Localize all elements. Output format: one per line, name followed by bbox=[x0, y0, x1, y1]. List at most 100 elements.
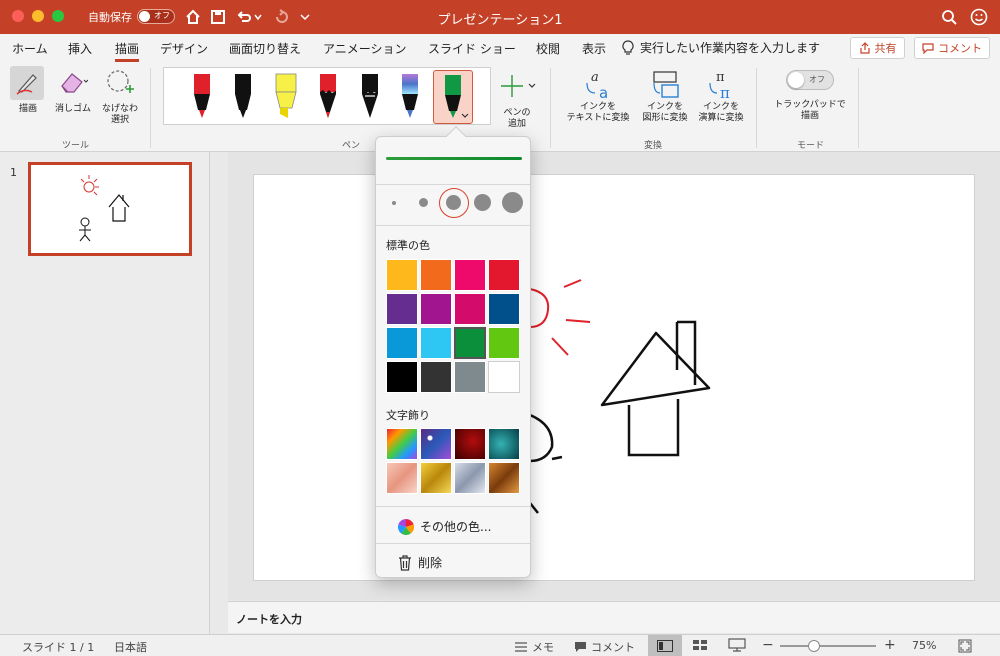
zoom-slider[interactable] bbox=[780, 640, 876, 652]
color-swatch-black[interactable] bbox=[386, 361, 418, 393]
close-window-button[interactable] bbox=[12, 10, 24, 22]
tab-home[interactable]: ホーム bbox=[12, 40, 48, 57]
pen-thickness-preview bbox=[386, 157, 522, 160]
ink-to-shape-button[interactable]: インクを 図形に変換 bbox=[638, 68, 692, 124]
tab-transitions[interactable]: 画面切り替え bbox=[229, 40, 301, 57]
maximize-window-button[interactable] bbox=[52, 10, 64, 22]
color-swatch-orange[interactable] bbox=[420, 259, 452, 291]
presenter-view-button[interactable] bbox=[728, 638, 746, 655]
lightbulb-icon bbox=[622, 39, 634, 55]
pane-splitter[interactable] bbox=[210, 152, 228, 634]
effect-gold[interactable] bbox=[420, 462, 452, 494]
effect-lava[interactable] bbox=[454, 428, 486, 460]
notes-toggle-button[interactable]: メモ bbox=[514, 639, 554, 655]
color-swatch-gray[interactable] bbox=[454, 361, 486, 393]
color-swatch-pink[interactable] bbox=[454, 259, 486, 291]
comments-button[interactable]: コメント bbox=[914, 37, 990, 59]
eraser-tool-button[interactable]: 消しゴム bbox=[50, 66, 96, 115]
tab-draw[interactable]: 描画 bbox=[115, 40, 140, 62]
effect-ocean[interactable] bbox=[488, 428, 520, 460]
autosave-toggle[interactable]: オフ bbox=[137, 9, 175, 24]
share-button[interactable]: 共有 bbox=[850, 37, 905, 59]
save-icon[interactable] bbox=[207, 6, 229, 28]
thickness-option-s[interactable] bbox=[419, 198, 428, 207]
minimize-window-button[interactable] bbox=[32, 10, 44, 22]
zoom-slider-thumb[interactable] bbox=[807, 640, 820, 652]
customize-toolbar-icon[interactable] bbox=[298, 6, 312, 28]
add-pen-button[interactable]: ペンの 追加 bbox=[497, 66, 537, 130]
pen-black[interactable] bbox=[225, 70, 261, 124]
color-swatch-green[interactable] bbox=[454, 327, 486, 359]
toggle-switch: オフ bbox=[786, 70, 834, 90]
tab-slideshow[interactable]: スライド ショー bbox=[428, 40, 516, 57]
color-swatch-raspberry[interactable] bbox=[454, 293, 486, 325]
slide-indicator: スライド 1 / 1 bbox=[22, 641, 95, 654]
thickness-option-xl[interactable] bbox=[502, 192, 523, 213]
lasso-select-button[interactable]: なげなわ 選択 bbox=[98, 66, 142, 126]
ribbon-tabs: ホーム 挿入 描画 デザイン 画面切り替え アニメーション スライド ショー 校… bbox=[0, 34, 1000, 62]
color-swatch-dark-gray[interactable] bbox=[420, 361, 452, 393]
slide-canvas[interactable] bbox=[254, 175, 974, 580]
thickness-option-m[interactable] bbox=[446, 195, 461, 210]
ink-to-text-button[interactable]: aa インクを テキストに変換 bbox=[562, 68, 634, 124]
comments-toggle-button[interactable]: コメント bbox=[574, 639, 635, 655]
language-indicator[interactable]: 日本語 bbox=[114, 639, 147, 655]
draw-tool-button[interactable]: 描画 bbox=[10, 66, 46, 115]
color-swatch-gold[interactable] bbox=[386, 259, 418, 291]
smiley-feedback-icon[interactable] bbox=[968, 6, 990, 28]
color-swatch-lime[interactable] bbox=[488, 327, 520, 359]
slide-sorter-button[interactable] bbox=[692, 639, 708, 654]
color-swatch-blue[interactable] bbox=[386, 327, 418, 359]
zoom-out-button[interactable]: − bbox=[762, 637, 774, 653]
search-icon[interactable] bbox=[938, 6, 960, 28]
slide-thumbnail[interactable] bbox=[28, 162, 192, 256]
tab-animations[interactable]: アニメーション bbox=[323, 40, 407, 57]
color-swatch-red[interactable] bbox=[488, 259, 520, 291]
delete-pen-button[interactable]: 削除 bbox=[398, 554, 442, 571]
pen-green-selected[interactable] bbox=[433, 70, 473, 124]
thickness-option-l[interactable] bbox=[474, 194, 491, 211]
undo-dropdown-icon[interactable] bbox=[252, 6, 264, 28]
trash-icon bbox=[399, 554, 411, 571]
pens-group-label: ペン bbox=[342, 141, 361, 151]
color-wheel-icon bbox=[398, 518, 414, 535]
color-swatch-sky-blue[interactable] bbox=[420, 327, 452, 359]
notes-pane[interactable]: ノートを入力 bbox=[228, 601, 1000, 633]
color-swatch-white[interactable] bbox=[488, 361, 520, 393]
tab-view[interactable]: 表示 bbox=[582, 40, 606, 57]
tab-design[interactable]: デザイン bbox=[160, 40, 208, 57]
autosave-label: 自動保存 bbox=[88, 11, 132, 24]
effect-rainbow[interactable] bbox=[386, 428, 418, 460]
share-icon bbox=[859, 42, 870, 54]
ink-to-math-button[interactable]: ππ インクを 演算に変換 bbox=[694, 68, 748, 124]
color-swatch-navy[interactable] bbox=[488, 293, 520, 325]
tab-review[interactable]: 校閲 bbox=[536, 40, 560, 57]
pen-red[interactable] bbox=[184, 70, 220, 124]
pen-galaxy[interactable] bbox=[392, 70, 428, 124]
pencil-black[interactable] bbox=[352, 70, 388, 124]
tab-insert[interactable]: 挿入 bbox=[68, 40, 92, 57]
normal-view-button[interactable] bbox=[648, 635, 682, 656]
effect-galaxy[interactable] bbox=[420, 428, 452, 460]
color-swatch-magenta[interactable] bbox=[420, 293, 452, 325]
ink-to-text-icon: aa bbox=[562, 68, 634, 102]
pencil-red[interactable] bbox=[310, 70, 346, 124]
zoom-level[interactable]: 75% bbox=[912, 639, 936, 652]
fit-to-window-button[interactable] bbox=[958, 639, 972, 656]
more-colors-button[interactable]: その他の色... bbox=[398, 518, 491, 535]
notes-icon bbox=[515, 642, 527, 652]
redo-icon[interactable] bbox=[271, 6, 293, 28]
highlighter-yellow[interactable] bbox=[268, 70, 304, 124]
home-icon[interactable] bbox=[182, 6, 204, 28]
pen-options-popover: 標準の色 文字飾り その他の色... 削除 bbox=[375, 126, 531, 578]
highlighter-icon bbox=[275, 73, 297, 118]
effect-rose-gold[interactable] bbox=[386, 462, 418, 494]
trackpad-draw-toggle[interactable]: オフ トラックパッドで 描画 bbox=[770, 70, 850, 122]
zoom-in-button[interactable]: + bbox=[884, 637, 896, 653]
thickness-option-xs[interactable] bbox=[392, 201, 396, 205]
color-swatch-purple[interactable] bbox=[386, 293, 418, 325]
slide-thumbnails-pane: 1 bbox=[0, 152, 210, 634]
effect-silver[interactable] bbox=[454, 462, 486, 494]
effect-bronze[interactable] bbox=[488, 462, 520, 494]
tell-me-search[interactable]: 実行したい作業内容を入力します bbox=[622, 39, 820, 56]
